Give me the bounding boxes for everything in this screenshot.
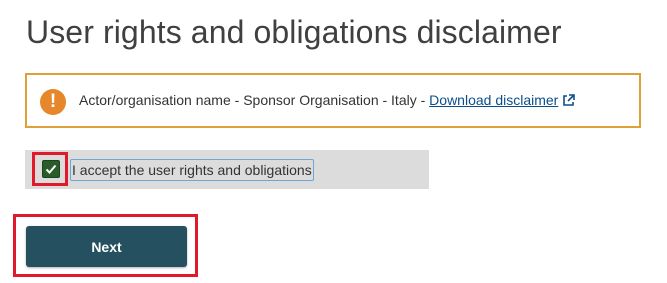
checkbox-highlight [32, 152, 68, 186]
warning-icon: ! [40, 89, 66, 115]
accept-label[interactable]: I accept the user rights and obligations [70, 159, 314, 181]
notice-text: Actor/organisation name - Sponsor Organi… [79, 92, 576, 108]
disclaimer-notice: ! Actor/organisation name - Sponsor Orga… [25, 73, 641, 128]
download-disclaimer-label: Download disclaimer [429, 92, 559, 108]
next-button-highlight [13, 214, 198, 277]
page-title: User rights and obligations disclaimer [26, 14, 562, 50]
notice-message: Actor/organisation name - Sponsor Organi… [79, 92, 430, 108]
external-link-icon [563, 94, 576, 106]
download-disclaimer-link[interactable]: Download disclaimer [429, 92, 576, 108]
